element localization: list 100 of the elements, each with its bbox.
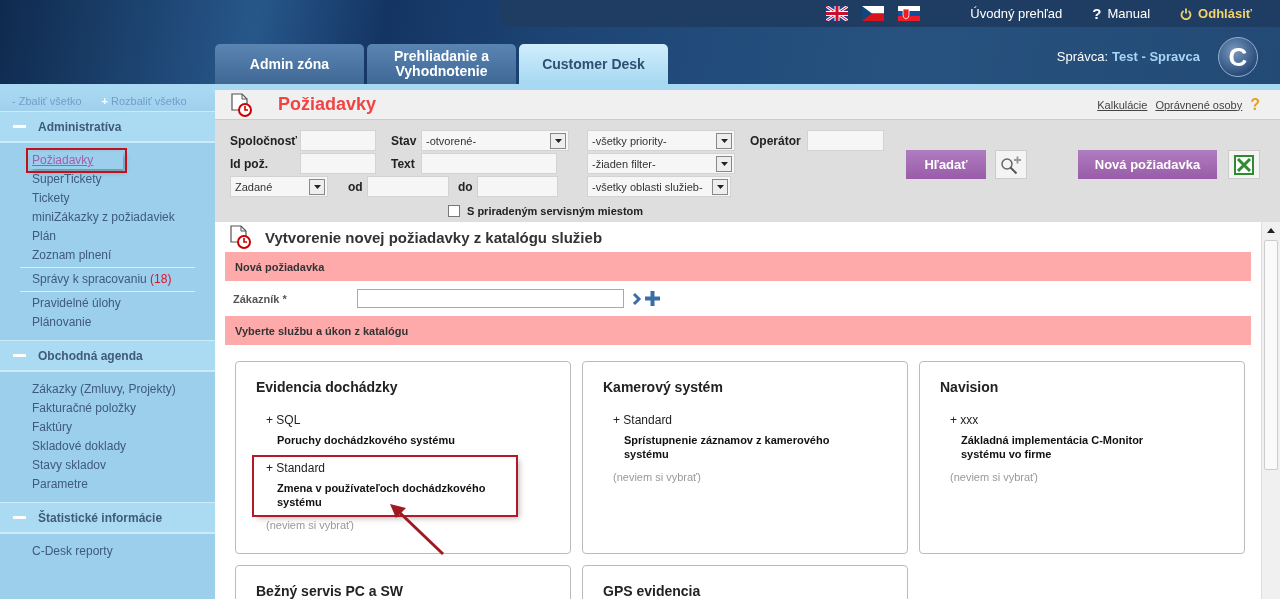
power-icon bbox=[1180, 7, 1193, 20]
new-request-button[interactable]: Nová požiadavka bbox=[1078, 150, 1217, 179]
fallback-link[interactable]: (neviem si vybrať) bbox=[266, 519, 550, 531]
filter-dropdown[interactable]: -všetky oblasti služieb- bbox=[587, 176, 731, 197]
option-name[interactable]: + xxx bbox=[950, 413, 1190, 427]
top-link[interactable]: Odhlásiť bbox=[1180, 6, 1252, 21]
nav-tab[interactable]: Prehliadanie a Vyhodnotenie bbox=[367, 44, 516, 84]
header-link[interactable]: Oprávnené osoby bbox=[1155, 98, 1243, 111]
filter-label: Spoločnosť bbox=[230, 133, 298, 148]
sidebar-link[interactable]: Tickety bbox=[30, 190, 72, 207]
sidebar-link[interactable]: C-Desk reporty bbox=[30, 543, 115, 560]
header-link[interactable]: Kalkulácie bbox=[1097, 98, 1148, 111]
card-title: Kamerový systém bbox=[603, 379, 724, 395]
page-title: Požiadavky bbox=[278, 94, 377, 115]
filter-dropdown[interactable]: -všetky priority- bbox=[587, 130, 735, 151]
section-title: Obchodná agenda bbox=[38, 348, 143, 363]
filter-dropdown[interactable]: Zadané bbox=[230, 176, 328, 197]
sidebar-link[interactable]: Správy k spracovaniu (18) bbox=[30, 271, 174, 288]
option-description[interactable]: Zmena v používateľoch dochádzkového systému bbox=[277, 481, 506, 509]
filter-label: do bbox=[458, 179, 473, 194]
sidebar-section-header[interactable]: Obchodná agenda bbox=[0, 340, 215, 372]
option-description[interactable]: Sprístupnenie záznamov z kamerového systému bbox=[624, 433, 853, 461]
section-bar: Vyberte službu a úkon z katalógu bbox=[225, 316, 1251, 345]
sidebar-link[interactable]: Fakturačné položky bbox=[30, 400, 139, 417]
option-name[interactable]: + Standard bbox=[266, 461, 506, 475]
filter-input[interactable] bbox=[807, 130, 884, 151]
user-role: Správca: bbox=[1056, 49, 1109, 64]
card-title: Navision bbox=[940, 379, 1000, 395]
filter-label: od bbox=[348, 179, 363, 194]
field-label: Zákazník * bbox=[233, 292, 288, 305]
catalog-option[interactable]: + xxx Základná implementácia C-Monitor systému vo firme bbox=[940, 409, 1200, 467]
dropdown-arrow-icon bbox=[313, 184, 321, 189]
sidebar-link[interactable]: SuperTickety bbox=[30, 171, 104, 188]
plus-icon[interactable] bbox=[645, 291, 660, 306]
section-bar: Nová požiadavka bbox=[225, 252, 1251, 281]
filter-label: Text bbox=[391, 156, 415, 171]
dropdown-arrow-icon bbox=[716, 184, 724, 189]
sidebar-link[interactable]: miniZákazky z požiadaviek bbox=[30, 209, 177, 226]
sidebar-link[interactable]: Zákazky (Zmluvy, Projekty) bbox=[30, 381, 178, 398]
filter-dropdown[interactable]: -otvorené- bbox=[421, 130, 569, 151]
checkbox-label: S priradeným servisným miestom bbox=[467, 205, 644, 217]
option-description[interactable]: Základná implementácia C-Monitor systému vo firme bbox=[961, 433, 1190, 461]
sidebar-section-header[interactable]: Administratíva bbox=[0, 111, 215, 143]
flag-icon[interactable] bbox=[862, 6, 885, 21]
flag-icon[interactable] bbox=[826, 6, 849, 21]
card-title: Evidencia dochádzky bbox=[256, 379, 399, 395]
sidebar-link[interactable]: Pravidelné úlohy bbox=[30, 295, 123, 312]
catalog-option[interactable]: + Standard Sprístupnenie záznamov z kamerového systému bbox=[603, 409, 863, 467]
dropdown-arrow-icon bbox=[554, 138, 562, 143]
nav-tab[interactable]: Customer Desk bbox=[519, 44, 668, 84]
option-description[interactable]: Poruchy dochádzkového systému bbox=[277, 433, 506, 447]
card-title: Bežný servis PC a SW bbox=[256, 583, 405, 599]
section-title: Štatistické informácie bbox=[38, 510, 163, 525]
sidebar-link[interactable]: Faktúry bbox=[30, 419, 74, 436]
filter-input[interactable] bbox=[477, 176, 558, 197]
filter-input[interactable] bbox=[300, 153, 376, 174]
customer-input[interactable] bbox=[357, 289, 624, 308]
filter-dropdown[interactable]: -žiaden filter- bbox=[587, 153, 735, 174]
option-name[interactable]: + SQL bbox=[266, 413, 506, 427]
scroll-up-icon[interactable] bbox=[1267, 228, 1275, 233]
sidebar-link[interactable]: Parametre bbox=[30, 476, 91, 493]
zoom-in-button[interactable] bbox=[995, 150, 1027, 179]
sidebar-section-header[interactable]: Štatistické informácie bbox=[0, 502, 215, 534]
dropdown-arrow-icon bbox=[720, 138, 728, 143]
top-link[interactable]: ? Manual bbox=[1092, 5, 1151, 22]
annotation-arrow bbox=[388, 502, 446, 556]
filter-input[interactable] bbox=[300, 130, 376, 151]
sidebar-link[interactable]: Plán bbox=[30, 228, 59, 245]
option-name[interactable]: + Standard bbox=[613, 413, 853, 427]
scrollbar[interactable] bbox=[1261, 222, 1280, 599]
highlight-frame[interactable]: + Standard Zmena v používateľoch dochádzkového systému bbox=[254, 457, 516, 515]
fallback-link[interactable]: (neviem si vybrať) bbox=[613, 471, 887, 483]
question-icon: ? bbox=[1092, 5, 1102, 22]
document-clock-icon bbox=[229, 225, 251, 249]
section-title: Administratíva bbox=[38, 119, 122, 134]
dropdown-arrow-icon bbox=[720, 161, 728, 166]
sidebar-link[interactable]: Zoznam plnení bbox=[30, 247, 114, 264]
user-name: Test - Spravca bbox=[1112, 49, 1200, 64]
top-link[interactable]: Úvodný prehľad bbox=[970, 6, 1063, 21]
nav-tab[interactable]: Admin zóna bbox=[215, 44, 364, 84]
spreadsheet-icon bbox=[1234, 154, 1254, 175]
filter-label: Operátor bbox=[750, 133, 801, 148]
checkbox[interactable] bbox=[448, 205, 460, 217]
filter-input[interactable] bbox=[421, 153, 557, 174]
excel-export-button[interactable] bbox=[1228, 150, 1260, 179]
filter-input[interactable] bbox=[367, 176, 449, 197]
section-heading: Vytvorenie novej požiadavky z katalógu služieb bbox=[265, 228, 603, 246]
fallback-link[interactable]: (neviem si vybrať) bbox=[950, 471, 1224, 483]
flag-icon[interactable] bbox=[898, 6, 921, 21]
sidebar-link[interactable]: Skladové doklady bbox=[30, 438, 129, 455]
document-clock-icon bbox=[230, 92, 252, 117]
sidebar-link[interactable]: Stavy skladov bbox=[30, 457, 109, 474]
catalog-option[interactable]: + SQL Poruchy dochádzkového systému bbox=[256, 409, 516, 453]
sidebar-link[interactable]: Plánovanie bbox=[30, 314, 94, 331]
logo: C bbox=[1218, 37, 1258, 77]
chevron-right-icon[interactable] bbox=[632, 291, 642, 306]
search-button[interactable]: Hľadať bbox=[906, 150, 986, 179]
magnifier-plus-icon bbox=[999, 154, 1023, 175]
filter-label: Stav bbox=[391, 133, 417, 148]
filter-label: Id pož. bbox=[230, 156, 268, 171]
